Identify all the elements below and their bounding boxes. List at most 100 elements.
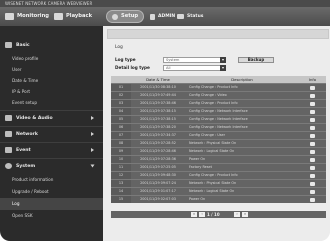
row-description: Network : Logical State On (189, 149, 235, 153)
table-row[interactable]: 07 2001/11/29 07:34:37 Config Change : Use… (111, 131, 326, 139)
info-icon[interactable] (310, 149, 315, 154)
row-date-time: 2001/11/29 07:38:15 (140, 117, 176, 121)
sidebar-group-video-audio[interactable]: Video & Audio (0, 111, 103, 125)
monitoring-tab[interactable]: Monitoring (5, 11, 49, 22)
info-icon[interactable] (310, 157, 315, 162)
log-type-select[interactable]: System (163, 57, 223, 63)
admin-label: ADMIN (158, 14, 176, 19)
row-info (299, 148, 326, 155)
backup-button[interactable]: Backup (238, 57, 274, 63)
setup-tab[interactable]: Setup (106, 10, 145, 23)
row-description: Config Change : User (189, 133, 225, 137)
row-date-time: 2001/11/29 07:28:52 (140, 141, 176, 145)
info-icon[interactable] (310, 93, 315, 98)
table-row[interactable]: 01 2001/11/30 08:38:10 Config Change : Pro… (111, 83, 326, 91)
row-description: Config Change : Product Info (189, 85, 238, 89)
row-date-time: 2001/11/29 07:28:46 (140, 149, 176, 153)
info-icon[interactable] (310, 109, 315, 114)
status-link[interactable]: Status (177, 11, 203, 22)
row-info (299, 108, 326, 115)
row-info (299, 172, 326, 179)
info-icon[interactable] (310, 181, 315, 186)
last-page-button[interactable]: » (242, 212, 248, 217)
row-info (299, 164, 326, 171)
table-row[interactable]: 10 2001/11/29 07:28:36 Power On (111, 155, 326, 163)
playback-tab[interactable]: Playback (54, 11, 92, 22)
info-icon[interactable] (310, 125, 315, 130)
admin-user[interactable]: ADMIN (150, 11, 175, 22)
table-row[interactable]: 14 2001/11/29 01:07:17 Network : Logical S… (111, 187, 326, 195)
chevron-right-icon (91, 116, 94, 120)
info-icon[interactable] (310, 197, 315, 202)
chevron-down-icon[interactable] (220, 65, 226, 71)
sidebar-item-log[interactable]: Log (0, 198, 103, 210)
title-bar: WISENET NETWORK CAMERA WEBVIEWER (0, 0, 330, 7)
table-row[interactable]: 08 2001/11/29 07:28:52 Network : Physical … (111, 139, 326, 147)
log-type-label: Log type (115, 57, 136, 62)
row-date-time: 2001/11/29 07:38:20 (140, 125, 176, 129)
column-header-no (111, 76, 131, 83)
table-row[interactable]: 05 2001/11/29 07:38:15 Config Change : Net… (111, 115, 326, 123)
row-date-time: 2001/11/29 02:07:03 (140, 197, 176, 201)
row-number: 13 (111, 180, 131, 187)
sidebar-group-system[interactable]: System (0, 159, 103, 173)
detail-log-type-select[interactable]: All (163, 65, 223, 71)
sidebar-item-upgrade-reboot[interactable]: Upgrade / Reboot (0, 186, 103, 198)
next-page-button[interactable]: › (234, 212, 240, 217)
table-row[interactable]: 11 2001/11/29 07:25:05 Factory Reset (111, 163, 326, 171)
chevron-down-icon[interactable] (220, 57, 226, 63)
setup-label: Setup (121, 13, 139, 19)
info-icon[interactable] (310, 117, 315, 122)
column-header-info: Info (308, 77, 317, 82)
row-description: Factory Reset (189, 165, 212, 169)
sidebar-group-network[interactable]: Network (0, 127, 103, 141)
table-row[interactable]: 09 2001/11/29 07:28:46 Network : Logical S… (111, 147, 326, 155)
info-icon[interactable] (310, 133, 315, 138)
sidebar-item-event-setup[interactable]: Event setup (0, 97, 103, 109)
webviewer-window: WISENET NETWORK CAMERA WEBVIEWER Monitor… (0, 0, 330, 241)
chevron-down-icon (90, 164, 95, 168)
page-title: Log (115, 45, 123, 50)
table-row[interactable]: 12 2001/11/29 09:48:30 Config Change : Pro… (111, 171, 326, 179)
sidebar-group-label: Basic (16, 42, 30, 48)
info-icon[interactable] (310, 165, 315, 170)
row-description: Config Change : Video (189, 93, 227, 97)
prev-page-button[interactable]: ‹ (199, 212, 205, 217)
table-row[interactable]: 03 2001/11/29 07:38:46 Config Change : Pro… (111, 99, 326, 107)
row-info (299, 100, 326, 107)
playback-icon (54, 13, 63, 20)
row-number: 01 (111, 84, 131, 91)
info-icon[interactable] (310, 101, 315, 106)
top-navigation: Monitoring Playback Setup ADMIN Status (0, 7, 330, 26)
row-date-time: 2001/11/29 09:48:30 (140, 173, 176, 177)
sidebar-group-basic[interactable]: Basic (0, 38, 103, 52)
status-label: Status (187, 14, 204, 19)
row-info (299, 156, 326, 163)
info-icon[interactable] (310, 85, 315, 90)
first-page-button[interactable]: « (191, 212, 197, 217)
sidebar-item-product-information[interactable]: Product information (0, 174, 103, 186)
info-icon[interactable] (310, 189, 315, 194)
row-info (299, 180, 326, 187)
row-description: Config Change : Network Interface (189, 109, 248, 113)
sidebar-item-open-ssk[interactable]: Open SSK (0, 210, 103, 222)
status-icon (177, 14, 184, 19)
table-row[interactable]: 04 2001/11/29 07:38:15 Config Change : Net… (111, 107, 326, 115)
row-number: 09 (111, 148, 131, 155)
table-row[interactable]: 06 2001/11/29 07:38:20 Config Change : Net… (111, 123, 326, 131)
detail-log-type-row: Detail log type (115, 64, 150, 71)
info-icon[interactable] (310, 141, 315, 146)
row-number: 14 (111, 188, 131, 195)
column-header-description: Description (231, 77, 253, 82)
network-icon (5, 131, 12, 137)
table-row[interactable]: 15 2001/11/29 02:07:03 Power On (111, 195, 326, 203)
table-row[interactable]: 13 2001/11/29 09:07:24 Network : Physical … (111, 179, 326, 187)
row-date-time: 2001/11/29 07:49:44 (140, 93, 176, 97)
chevron-right-icon (91, 148, 94, 152)
window-title: WISENET NETWORK CAMERA WEBVIEWER (5, 1, 93, 6)
row-number: 10 (111, 156, 131, 163)
table-row[interactable]: 02 2001/11/29 07:49:44 Config Change : Vid… (111, 91, 326, 99)
info-icon[interactable] (310, 173, 315, 178)
sidebar-group-event[interactable]: Event (0, 143, 103, 157)
row-number: 06 (111, 124, 131, 131)
